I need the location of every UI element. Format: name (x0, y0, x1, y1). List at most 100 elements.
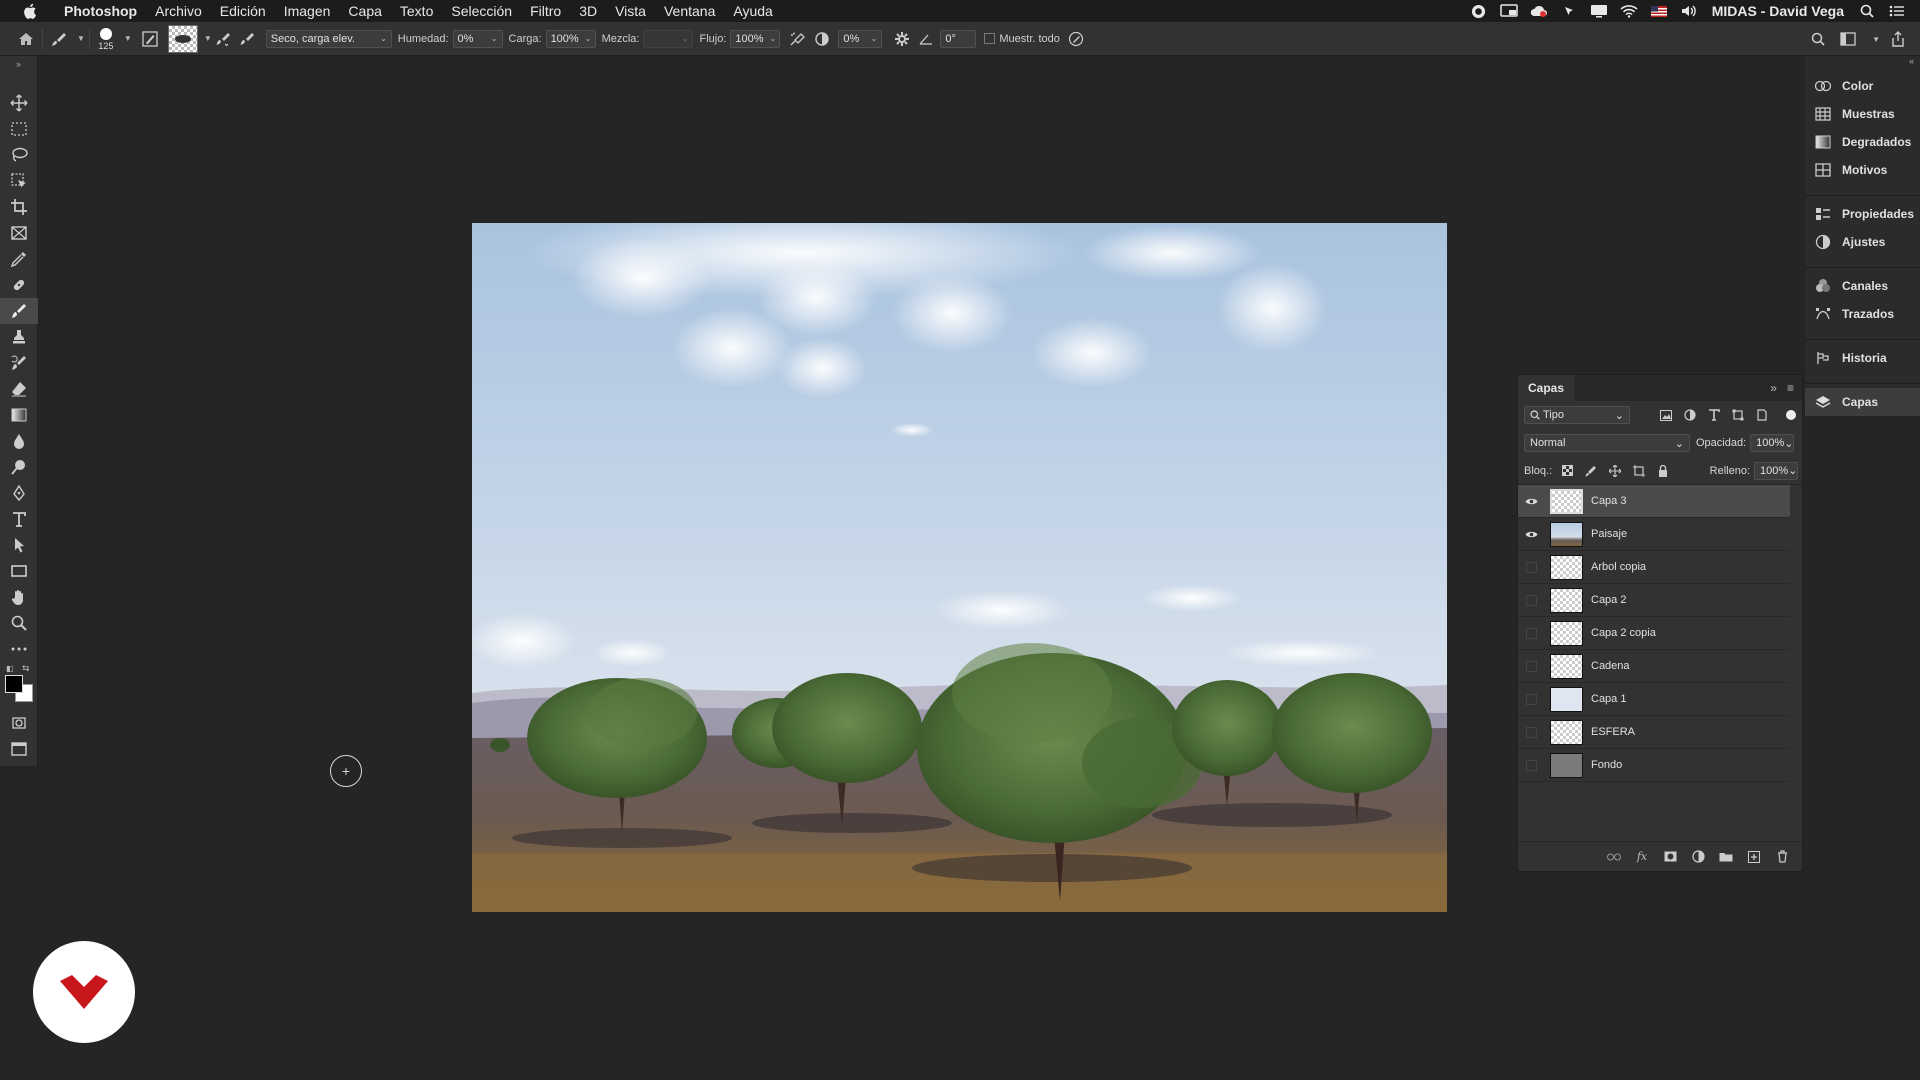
object-select-tool-icon[interactable] (0, 168, 38, 194)
cloud-icon[interactable] (1530, 4, 1548, 18)
share-icon[interactable] (1886, 27, 1910, 51)
layer-row[interactable]: ESFERA (1518, 716, 1790, 749)
flag-icon[interactable] (1650, 4, 1668, 18)
sample-all-checkbox[interactable] (984, 33, 996, 44)
swap-colors-icon[interactable]: ⇆ (22, 663, 30, 674)
search-icon[interactable] (1858, 4, 1876, 18)
airbrush-icon[interactable] (786, 27, 810, 51)
carga-field[interactable]: 100% ⌄ (545, 29, 596, 48)
load-swatch-icon[interactable] (167, 24, 198, 53)
brush-size-picker[interactable]: 125 (94, 27, 118, 51)
user-name[interactable]: MIDAS - David Vega (1712, 3, 1844, 19)
menu-ventana[interactable]: Ventana (655, 0, 724, 22)
cast-icon[interactable] (1499, 4, 1518, 18)
default-colors-icon[interactable]: ◧ (6, 664, 14, 673)
menu-seleccion[interactable]: Selección (442, 0, 521, 22)
visibility-toggle[interactable] (1518, 660, 1544, 672)
layer-row[interactable]: Capa 2 copia (1518, 617, 1790, 650)
dock-item-degradados[interactable]: Degradados (1805, 128, 1920, 156)
new-layer-icon[interactable] (1746, 849, 1762, 865)
wifi-icon[interactable] (1620, 4, 1638, 18)
home-icon[interactable] (14, 27, 38, 51)
lasso-tool-icon[interactable] (0, 142, 38, 168)
link-layers-icon[interactable] (1606, 849, 1622, 865)
flujo-field[interactable]: 100% ⌄ (730, 29, 781, 48)
foreground-color[interactable] (5, 675, 23, 693)
visibility-toggle[interactable] (1518, 759, 1544, 771)
gear-icon[interactable] (890, 27, 914, 51)
lock-all-icon[interactable] (1656, 464, 1670, 478)
dock-item-historia[interactable]: Historia (1805, 344, 1920, 372)
path-select-tool-icon[interactable] (0, 532, 38, 558)
menu-app-photoshop[interactable]: Photoshop (54, 0, 146, 22)
fx-icon[interactable]: fx (1634, 849, 1650, 865)
cursor-icon[interactable] (1560, 4, 1578, 18)
quick-mask-icon[interactable] (0, 710, 38, 736)
dock-item-capas[interactable]: Capas (1805, 388, 1920, 416)
trash-icon[interactable] (1774, 849, 1790, 865)
filter-type-icon[interactable] (1706, 407, 1722, 423)
chevron-down-icon[interactable]: ▼ (77, 34, 85, 43)
lock-position-icon[interactable] (1608, 464, 1622, 478)
layer-row[interactable]: Arbol copia (1518, 551, 1790, 584)
history-brush-tool-icon[interactable] (0, 350, 38, 376)
opacity-field[interactable]: 100% ⌄ (1750, 434, 1795, 452)
visibility-toggle[interactable] (1518, 693, 1544, 705)
mix-preset-dropdown[interactable]: Seco, carga elev. ⌄ (265, 29, 392, 48)
dock-item-ajustes[interactable]: Ajustes (1805, 228, 1920, 256)
screen-mode-icon[interactable] (0, 736, 38, 762)
panel-menu-icon[interactable]: ≡ (1787, 381, 1794, 395)
stamp-tool-icon[interactable] (0, 324, 38, 350)
eye-icon[interactable] (1518, 530, 1544, 539)
pressure-icon[interactable] (1064, 27, 1088, 51)
filter-adjustment-icon[interactable] (1682, 407, 1698, 423)
visibility-toggle[interactable] (1518, 726, 1544, 738)
eraser-tool-icon[interactable] (0, 376, 38, 402)
dock-item-trazados[interactable]: Trazados (1805, 300, 1920, 328)
apple-icon[interactable] (20, 3, 42, 19)
chevron-down-icon[interactable]: ▼ (1872, 35, 1880, 44)
document-canvas[interactable] (472, 223, 1447, 912)
lock-transparency-icon[interactable] (1560, 464, 1574, 478)
add-mask-icon[interactable] (1662, 849, 1678, 865)
list-icon[interactable] (1888, 4, 1906, 18)
chevron-down-icon[interactable]: ▼ (204, 34, 212, 43)
filter-smart-object-icon[interactable] (1754, 407, 1770, 423)
fill-field[interactable]: 100% ⌄ (1754, 461, 1798, 480)
visibility-toggle[interactable] (1518, 561, 1544, 573)
dock-item-motivos[interactable]: Motivos (1805, 156, 1920, 184)
healing-tool-icon[interactable] (0, 272, 38, 298)
load-brush-icon[interactable] (212, 27, 236, 51)
type-tool-icon[interactable] (0, 506, 38, 532)
layer-row[interactable]: Capa 2 (1518, 584, 1790, 617)
lock-pixels-icon[interactable] (1584, 464, 1598, 478)
collapse-icon[interactable]: » (0, 56, 37, 72)
new-group-icon[interactable] (1718, 849, 1734, 865)
chevron-down-icon[interactable]: ▼ (124, 34, 132, 43)
layer-row[interactable]: Fondo (1518, 749, 1790, 782)
menu-3d[interactable]: 3D (570, 0, 606, 22)
humedad-field[interactable]: 0% ⌄ (452, 29, 503, 48)
rectangle-tool-icon[interactable] (0, 558, 38, 584)
brush-settings-icon[interactable] (138, 27, 162, 51)
adjustment-layer-icon[interactable] (1690, 849, 1706, 865)
mixer-brush-preset-icon[interactable] (47, 27, 71, 51)
filter-pixel-icon[interactable] (1658, 407, 1674, 423)
visibility-toggle[interactable] (1518, 594, 1544, 606)
gradient-tool-icon[interactable] (0, 402, 38, 428)
layer-row[interactable]: Cadena (1518, 650, 1790, 683)
dock-item-propiedades[interactable]: Propiedades (1805, 200, 1920, 228)
menu-ayuda[interactable]: Ayuda (724, 0, 781, 22)
move-tool-icon[interactable] (0, 90, 38, 116)
layer-row[interactable]: Paisaje (1518, 518, 1790, 551)
frame-tool-icon[interactable] (0, 220, 38, 246)
menu-archivo[interactable]: Archivo (146, 0, 211, 22)
pen-tool-icon[interactable] (0, 480, 38, 506)
display-icon[interactable] (1590, 4, 1608, 18)
eye-icon[interactable] (1518, 497, 1544, 506)
more-tools-icon[interactable] (0, 636, 38, 662)
volume-icon[interactable] (1680, 4, 1698, 18)
menu-filtro[interactable]: Filtro (521, 0, 570, 22)
filter-shape-icon[interactable] (1730, 407, 1746, 423)
menu-imagen[interactable]: Imagen (275, 0, 340, 22)
